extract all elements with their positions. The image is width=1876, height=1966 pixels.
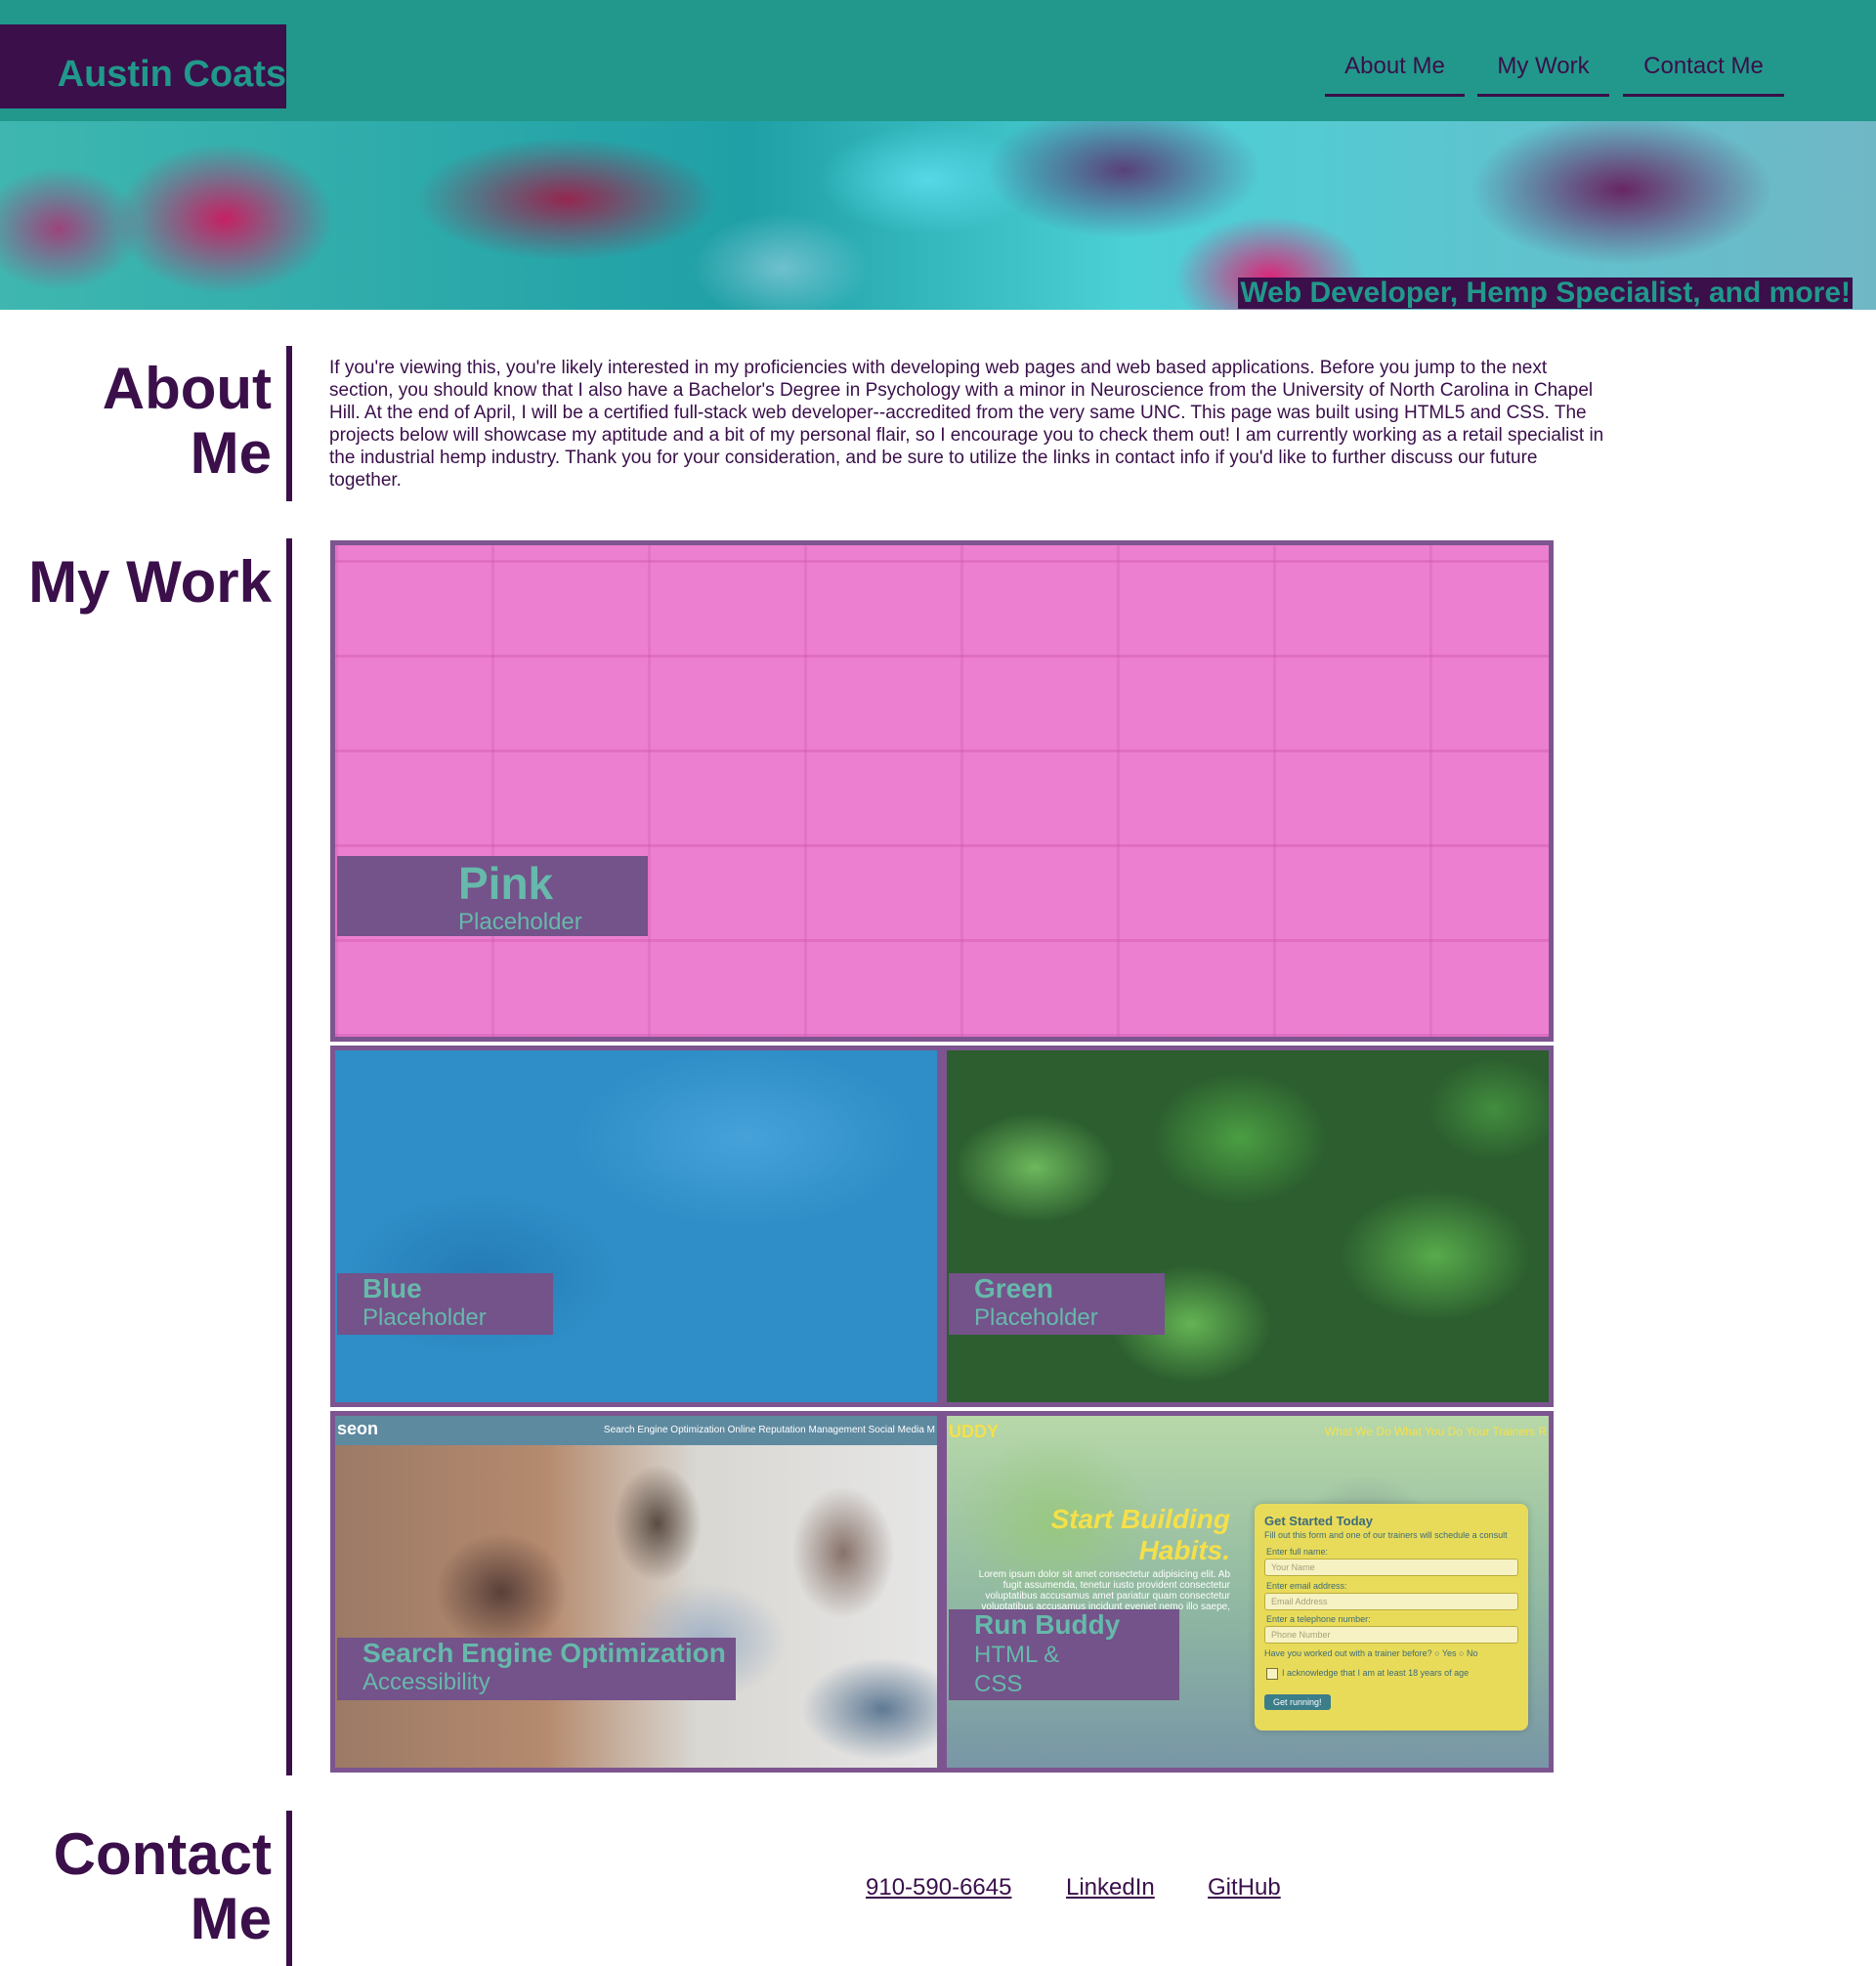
seo-preview-menu: Search Engine Optimization Online Reputa… xyxy=(603,1425,935,1435)
contact-phone-link[interactable]: 910-590-6645 xyxy=(866,1874,1011,1902)
run-form-label-email: Enter email address: xyxy=(1266,1581,1347,1591)
project-subtitle: Placeholder xyxy=(362,1304,487,1331)
project-caption: Pink Placeholder xyxy=(337,856,648,936)
contact-heading: Contact Me xyxy=(37,1822,272,1951)
run-form-title: Get Started Today xyxy=(1264,1514,1374,1528)
contact-heading-text: Contact Me xyxy=(53,1821,272,1951)
nav-link-my-work[interactable]: My Work xyxy=(1477,51,1609,97)
project-card-blue[interactable]: Blue Placeholder xyxy=(330,1046,942,1407)
seo-preview-brand: seon xyxy=(337,1419,379,1438)
run-preview-hero-body: Lorem ipsum dolor sit amet consectetur a… xyxy=(978,1569,1230,1612)
run-form-question: Have you worked out with a trainer befor… xyxy=(1264,1648,1478,1658)
nav-link-about-me[interactable]: About Me xyxy=(1325,51,1465,97)
nav-link-contact-me[interactable]: Contact Me xyxy=(1623,51,1784,97)
work-heading: My Work xyxy=(28,550,272,615)
run-preview-form: Get Started Today Fill out this form and… xyxy=(1255,1504,1528,1731)
project-title: Search Engine Optimization xyxy=(362,1638,726,1668)
contact-github-link[interactable]: GitHub xyxy=(1208,1874,1281,1902)
about-divider xyxy=(286,346,292,501)
project-caption: Blue Placeholder xyxy=(337,1273,553,1335)
run-form-input-name: Your Name xyxy=(1264,1559,1518,1576)
project-card-pink[interactable]: Pink Placeholder xyxy=(330,540,1554,1042)
run-preview-nav: UDDY What We Do What You Do Your Trainer… xyxy=(947,1416,1549,1445)
contact-divider xyxy=(286,1811,292,1966)
seo-preview-topbar: seon Search Engine Optimization Online R… xyxy=(335,1416,937,1445)
project-title: Pink xyxy=(458,858,554,909)
run-form-ack: I acknowledge that I am at least 18 year… xyxy=(1282,1668,1470,1678)
project-subtitle: Placeholder xyxy=(974,1304,1098,1331)
site-logo[interactable]: Austin Coats xyxy=(0,24,286,108)
run-form-subtitle: Fill out this form and one of our traine… xyxy=(1264,1530,1508,1540)
run-form-label-name: Enter full name: xyxy=(1266,1547,1329,1557)
site-header: Austin Coats About Me My Work Contact Me xyxy=(0,0,1876,121)
logo-text: Austin Coats xyxy=(57,54,286,95)
about-body: If you're viewing this, you're likely in… xyxy=(329,358,1604,491)
project-card-run-buddy[interactable]: UDDY What We Do What You Do Your Trainer… xyxy=(942,1411,1554,1773)
run-preview-hero-title: Start Building Habits. xyxy=(1050,1504,1230,1565)
project-subtitle: Accessibility xyxy=(362,1669,490,1695)
project-caption: Run Buddy HTML & CSS xyxy=(949,1609,1179,1700)
project-title: Green xyxy=(974,1273,1053,1304)
run-form-input-email: Email Address xyxy=(1264,1593,1518,1610)
run-preview-brand: UDDY xyxy=(949,1422,1000,1441)
about-heading-text: About Me xyxy=(102,356,272,486)
run-form-input-phone: Phone Number xyxy=(1264,1626,1518,1644)
project-card-seo[interactable]: seon Search Engine Optimization Online R… xyxy=(330,1411,942,1773)
hero-banner: Web Developer, Hemp Specialist, and more… xyxy=(0,121,1876,310)
project-card-green[interactable]: Green Placeholder xyxy=(942,1046,1554,1407)
about-heading: About Me xyxy=(86,357,272,486)
project-caption: Green Placeholder xyxy=(949,1273,1165,1335)
project-subtitle: Placeholder xyxy=(458,909,582,935)
work-divider xyxy=(286,538,292,1775)
hero-tagline: Web Developer, Hemp Specialist, and more… xyxy=(1238,277,1853,309)
run-form-button: Get running! xyxy=(1264,1694,1331,1710)
project-caption: Search Engine Optimization Accessibility xyxy=(337,1638,736,1700)
work-heading-text: My Work xyxy=(28,549,272,615)
contact-linkedin-link[interactable]: LinkedIn xyxy=(1066,1874,1155,1902)
project-title: Run Buddy xyxy=(974,1609,1121,1640)
run-preview-menu: What We Do What You Do Your Trainers R xyxy=(1324,1425,1547,1438)
run-form-label-phone: Enter a telephone number: xyxy=(1266,1614,1371,1624)
project-title: Blue xyxy=(362,1273,422,1304)
run-form-checkbox xyxy=(1266,1668,1278,1680)
project-subtitle: HTML & CSS xyxy=(974,1642,1060,1697)
